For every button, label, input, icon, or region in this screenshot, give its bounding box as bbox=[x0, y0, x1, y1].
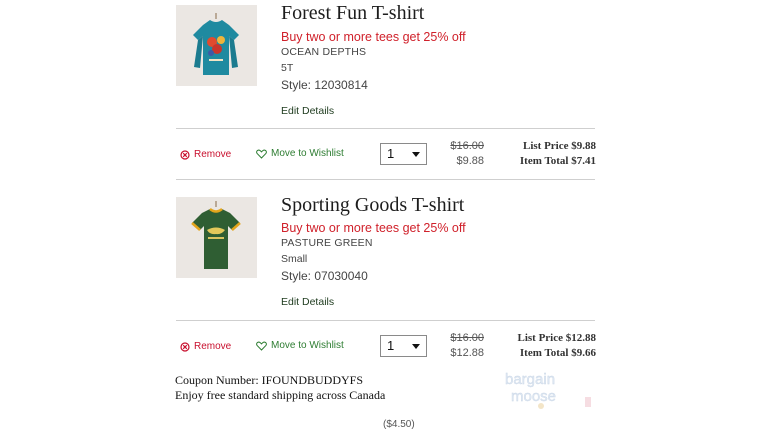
remove-icon bbox=[180, 149, 190, 160]
original-price: $16.00 bbox=[450, 332, 484, 344]
item-color: PASTURE GREEN bbox=[281, 237, 373, 249]
quantity-value: 1 bbox=[387, 338, 395, 353]
coupon-description: Enjoy free standard shipping across Cana… bbox=[175, 388, 386, 402]
item-style: Style: 07030040 bbox=[281, 269, 368, 283]
item-color: OCEAN DEPTHS bbox=[281, 46, 367, 58]
item-title[interactable]: Sporting Goods T-shirt bbox=[281, 194, 464, 217]
quantity-select[interactable]: 1 bbox=[380, 335, 427, 357]
remove-button[interactable]: Remove bbox=[180, 149, 231, 160]
svg-text:bargain: bargain bbox=[505, 371, 555, 388]
wishlist-label: Move to Wishlist bbox=[271, 148, 344, 159]
remove-label: Remove bbox=[194, 149, 232, 160]
item-size: Small bbox=[281, 253, 308, 265]
move-to-wishlist-button[interactable]: Move to Wishlist bbox=[256, 340, 344, 351]
divider bbox=[176, 179, 595, 180]
coupon-discount: ($4.50) bbox=[383, 419, 415, 430]
remove-label: Remove bbox=[194, 341, 232, 352]
coupon-number: Coupon Number: IFOUNDBUDDYFS bbox=[175, 373, 364, 387]
shirt-image bbox=[176, 5, 257, 86]
divider bbox=[176, 128, 595, 129]
remove-button[interactable]: Remove bbox=[180, 341, 231, 352]
watermark-logo: bargain moose bbox=[505, 371, 591, 409]
move-to-wishlist-button[interactable]: Move to Wishlist bbox=[256, 148, 344, 159]
heart-icon bbox=[256, 149, 267, 159]
item-title[interactable]: Forest Fun T-shirt bbox=[281, 2, 424, 25]
chevron-down-icon bbox=[412, 152, 420, 157]
item-style: Style: 12030814 bbox=[281, 78, 368, 92]
wishlist-label: Move to Wishlist bbox=[271, 340, 344, 351]
chevron-down-icon bbox=[412, 344, 420, 349]
quantity-select[interactable]: 1 bbox=[380, 143, 427, 165]
svg-text:moose: moose bbox=[511, 388, 556, 405]
shirt-image bbox=[176, 197, 257, 278]
divider bbox=[176, 320, 595, 321]
promo-text: Buy two or more tees get 25% off bbox=[281, 30, 466, 44]
product-image-sporting-goods[interactable] bbox=[176, 197, 257, 278]
sale-price: $9.88 bbox=[456, 155, 484, 167]
edit-details-link[interactable]: Edit Details bbox=[281, 105, 334, 117]
list-price: List Price $9.88 bbox=[522, 140, 596, 152]
original-price: $16.00 bbox=[450, 140, 484, 152]
promo-text: Buy two or more tees get 25% off bbox=[281, 221, 466, 235]
quantity-value: 1 bbox=[387, 146, 395, 161]
edit-details-link[interactable]: Edit Details bbox=[281, 296, 334, 308]
list-price: List Price $12.88 bbox=[517, 332, 596, 344]
sale-price: $12.88 bbox=[450, 347, 484, 359]
product-image-forest-fun[interactable] bbox=[176, 5, 257, 86]
item-total: Item Total $7.41 bbox=[519, 155, 596, 167]
item-size: 5T bbox=[281, 62, 294, 74]
remove-icon bbox=[180, 341, 190, 352]
item-total: Item Total $9.66 bbox=[519, 347, 596, 359]
heart-icon bbox=[256, 341, 267, 351]
